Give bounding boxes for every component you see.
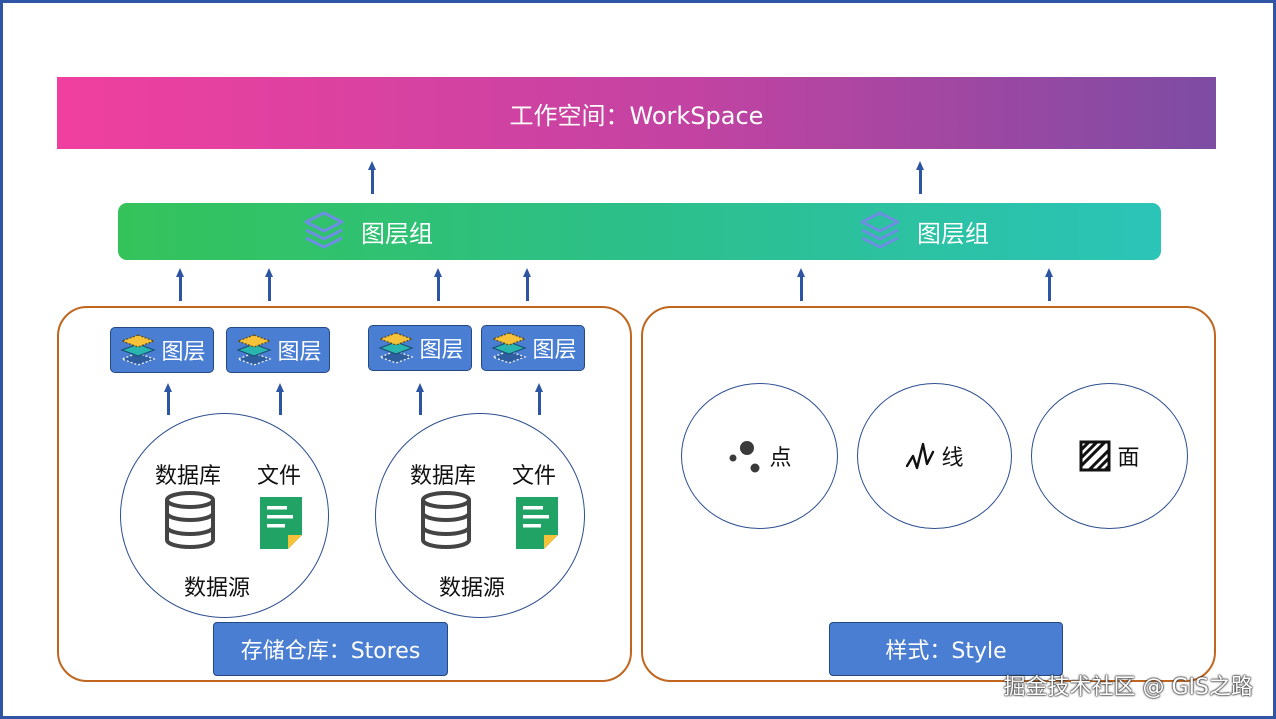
datasource-title: 数据源 <box>439 576 506 601</box>
style-label-text: 样式：Style <box>885 639 1007 664</box>
layer-label: 图层 <box>161 340 206 365</box>
layer-badge: 图层 <box>226 327 330 373</box>
line-zigzag-icon <box>906 442 935 470</box>
file-label: 文件 <box>257 464 302 489</box>
arrow-up <box>265 268 273 301</box>
database-label: 数据库 <box>410 464 477 489</box>
layer-label: 图层 <box>532 338 577 363</box>
arrow-up <box>523 268 531 301</box>
layers-colored-icon <box>236 334 273 366</box>
database-icon <box>421 491 471 549</box>
polygon-hatch-icon <box>1079 440 1111 472</box>
point-scatter-icon <box>729 441 760 473</box>
style-label: 样式：Style <box>829 622 1063 676</box>
layers-colored-icon <box>491 332 528 364</box>
datasource-title: 数据源 <box>184 576 251 601</box>
layer-badge: 图层 <box>368 325 472 371</box>
arrow-up <box>416 383 424 415</box>
layers-colored-icon <box>378 332 415 364</box>
arrow-up <box>535 383 543 415</box>
style-circle-point: 点 <box>681 383 838 529</box>
file-label: 文件 <box>512 464 557 489</box>
layer-group-label: 图层组 <box>917 220 989 248</box>
file-icon <box>260 497 302 549</box>
arrow-up <box>276 383 284 415</box>
workspace-label: 工作空间：WorkSpace <box>509 101 764 130</box>
layer-group-left: 图层组 <box>301 203 433 260</box>
diagram-canvas: 工作空间：WorkSpace 图层组 图层组 图层 图层 图层 图层 数据库 文… <box>0 0 1276 719</box>
arrow-up <box>176 268 184 301</box>
point-label: 点 <box>769 446 792 471</box>
arrow-up <box>434 268 442 301</box>
database-icon <box>165 491 215 549</box>
watermark: 掘金技术社区 @ GIS之路 <box>1003 675 1254 700</box>
line-label: 线 <box>941 446 964 471</box>
workspace-bar: 工作空间：WorkSpace <box>57 77 1216 149</box>
file-icon <box>516 497 558 549</box>
layers-colored-icon <box>120 334 157 366</box>
layer-group-label: 图层组 <box>361 220 433 248</box>
layers-stack-icon <box>304 211 344 248</box>
style-circle-polygon: 面 <box>1031 383 1188 529</box>
style-circle-line: 线 <box>857 383 1012 529</box>
layer-group-right: 图层组 <box>857 203 989 260</box>
layer-label: 图层 <box>419 338 464 363</box>
stores-label-text: 存储仓库：Stores <box>240 639 421 664</box>
arrow-up <box>164 383 172 415</box>
layer-badge: 图层 <box>481 325 585 371</box>
stores-label: 存储仓库：Stores <box>213 622 448 676</box>
arrow-up <box>368 161 376 194</box>
layer-badge: 图层 <box>110 327 214 373</box>
layers-stack-icon <box>860 211 900 248</box>
database-label: 数据库 <box>155 464 222 489</box>
arrow-up <box>916 161 924 194</box>
arrow-up <box>797 268 805 301</box>
layer-group-bar: 图层组 图层组 <box>118 203 1161 260</box>
layer-label: 图层 <box>277 340 322 365</box>
polygon-label: 面 <box>1117 446 1140 471</box>
arrow-up <box>1045 268 1053 301</box>
